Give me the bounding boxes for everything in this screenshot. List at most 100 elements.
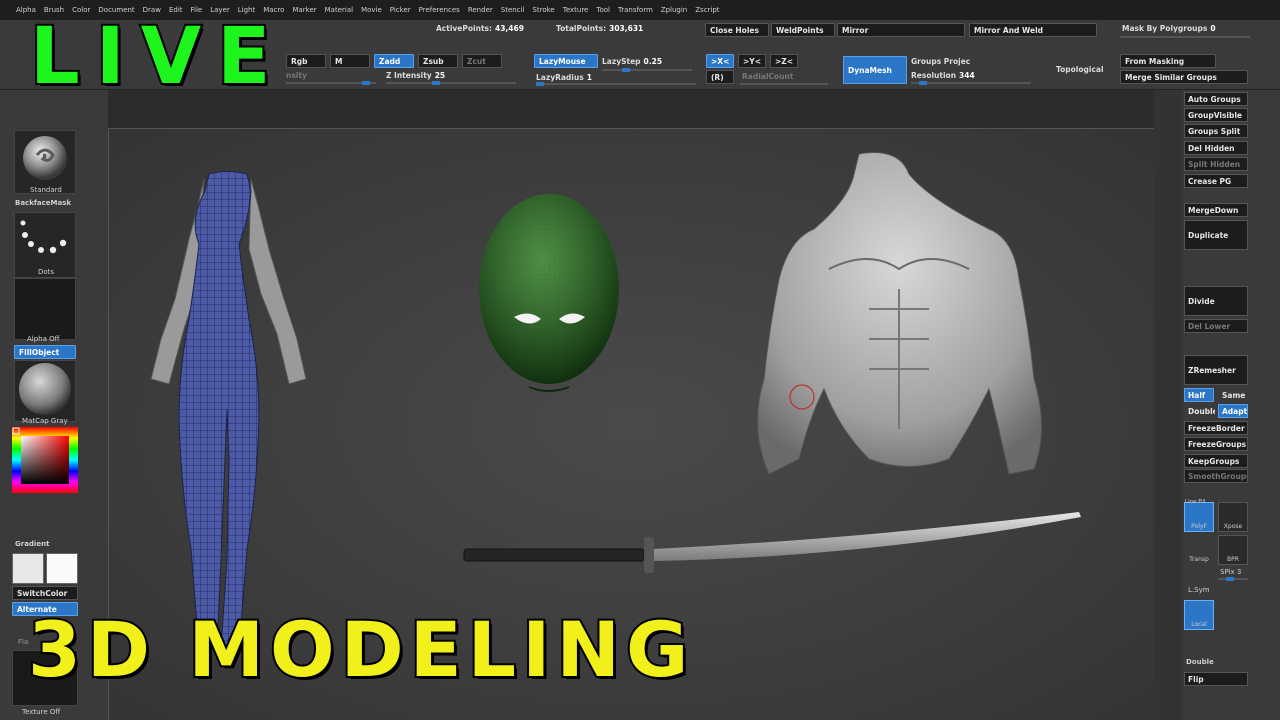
mergedown-button[interactable]: MergeDown [1184,203,1248,217]
matcap-label: MatCap Gray [22,417,68,425]
local-transform-icon[interactable]: Local [1184,600,1214,630]
z-intensity-slider[interactable] [386,81,516,85]
live-overlay-title: LIVE [28,12,287,102]
keepgroups-button[interactable]: KeepGroups [1184,454,1248,468]
draw-size-slider[interactable] [286,81,376,85]
x-symmetry-button[interactable]: >X< [706,54,734,68]
menu-item-zplugin[interactable]: Zplugin [657,6,691,14]
same-button[interactable]: Same [1218,388,1248,402]
menu-item-zscript[interactable]: Zscript [691,6,723,14]
lazystep-label: LazyStep 0.25 [602,57,663,66]
menu-item-render[interactable]: Render [464,6,497,14]
split-hidden-button[interactable]: Split Hidden [1184,157,1248,171]
freezegroups-button[interactable]: FreezeGroups [1184,437,1248,451]
mirror-button[interactable]: Mirror [837,23,965,37]
polyframe-icon[interactable]: PolyF [1184,502,1214,532]
resolution-label: Resolution 344 [911,71,975,80]
double-sided-label[interactable]: Double [1186,658,1214,666]
menu-item-transform[interactable]: Transform [614,6,657,14]
menu-item-stencil[interactable]: Stencil [497,6,529,14]
smoothgroups-button[interactable]: SmoothGroups [1184,469,1248,483]
del-hidden-button[interactable]: Del Hidden [1184,141,1248,155]
zremesher-button[interactable]: ZRemesher [1184,355,1248,385]
lazymouse-button[interactable]: LazyMouse [534,54,598,68]
fillobject-button[interactable]: FillObject [14,345,76,359]
y-symmetry-button[interactable]: >Y< [738,54,766,68]
zcut-button[interactable]: Zcut [462,54,502,68]
menu-item-preferences[interactable]: Preferences [415,6,464,14]
menu-item-stroke[interactable]: Stroke [528,6,558,14]
divide-button[interactable]: Divide [1184,286,1248,316]
menu-item-tool[interactable]: Tool [592,6,614,14]
adapt-button[interactable]: Adapt [1218,404,1248,418]
from-masking-button[interactable]: From Masking [1120,54,1216,68]
freezeborder-button[interactable]: FreezeBorder [1184,421,1248,435]
groups-split-button[interactable]: Groups Split [1184,124,1248,138]
topological-button[interactable]: Topological [1056,65,1104,74]
zsub-button[interactable]: Zsub [418,54,458,68]
spix-slider[interactable] [1218,577,1248,581]
total-points-readout: TotalPoints: 303,631 [556,24,644,33]
lazyradius-slider[interactable] [536,82,696,86]
groups-projec-label[interactable]: Groups Projec [911,57,970,66]
spix-label: SPix 3 [1220,568,1242,576]
menu-item-movie[interactable]: Movie [357,6,386,14]
alpha-off-label: Alpha Off [27,335,60,343]
mask-by-polygroups-slider[interactable] [1120,36,1250,38]
zadd-button[interactable]: Zadd [374,54,414,68]
switchcolor-button[interactable]: SwitchColor [12,586,78,600]
groupvisible-button[interactable]: GroupVisible [1184,108,1248,122]
dots-stroke-icon [20,220,67,254]
flip-button[interactable]: Flip [1184,672,1248,686]
lazystep-slider[interactable] [602,68,692,72]
standard-brush-thumbnail[interactable] [14,130,76,194]
radialcount-slider[interactable] [740,83,828,85]
active-points-readout: ActivePoints: 43,469 [436,24,524,33]
duplicate-button[interactable]: Duplicate [1184,220,1248,250]
color-picker-icon [12,427,78,493]
backfacemask-button[interactable]: BackfaceMask [15,199,71,207]
z-intensity-label: Z Intensity 25 [386,71,446,80]
weldpoints-button[interactable]: WeldPoints [771,23,835,37]
standard-brush-label: Standard [30,186,62,194]
merge-similar-groups-button[interactable]: Merge Similar Groups [1120,70,1248,84]
crease-pg-button[interactable]: Crease PG [1184,174,1248,188]
alpha-thumbnail[interactable] [14,278,76,340]
menu-item-texture[interactable]: Texture [559,6,593,14]
texture-off-label: Texture Off [22,708,61,716]
gradient-label: Gradient [15,540,50,548]
half-button[interactable]: Half [1184,388,1214,402]
lsym-label[interactable]: L.Sym [1188,586,1210,594]
line-fill-label: Line Fill [1185,499,1206,505]
draw-size-label: nsity [286,71,307,80]
lazyradius-label: LazyRadius 1 [536,73,592,82]
right-tray [1154,90,1182,720]
rgb-button[interactable]: Rgb [286,54,326,68]
transp-icon[interactable]: Transp [1184,535,1214,565]
menu-item-marker[interactable]: Marker [288,6,320,14]
del-lower-button[interactable]: Del Lower [1184,319,1248,333]
auto-groups-button[interactable]: Auto Groups [1184,92,1248,106]
dots-stroke-label: Dots [38,268,55,276]
z-symmetry-button[interactable]: >Z< [770,54,798,68]
mask-by-polygroups-label: Mask By Polygroups 0 [1122,24,1216,33]
standard-brush-icon [23,136,67,180]
3d-modeling-overlay-title: 3D MODELING [26,605,695,694]
resolution-slider[interactable] [911,81,1031,85]
m-button[interactable]: M [330,54,370,68]
dynamesh-button[interactable]: DynaMesh [843,56,907,84]
main-color-swatch[interactable] [12,553,44,584]
close-holes-button[interactable]: Close Holes [705,23,769,37]
mirror-and-weld-button[interactable]: Mirror And Weld [969,23,1097,37]
xpose-icon[interactable]: Xpose [1218,502,1248,532]
menu-item-picker[interactable]: Picker [386,6,415,14]
bpr-render-icon[interactable]: BPR [1218,535,1248,565]
color-picker[interactable] [12,427,78,493]
secondary-color-swatch[interactable] [46,553,78,584]
double-button[interactable]: Double [1184,404,1216,418]
flat-color-label: Fla [18,638,29,646]
radial-symmetry-button[interactable]: (R) [706,70,734,84]
matcap-thumbnail[interactable] [14,360,76,422]
menu-item-material[interactable]: Material [321,6,357,14]
radialcount-label: RadialCount [742,72,794,81]
